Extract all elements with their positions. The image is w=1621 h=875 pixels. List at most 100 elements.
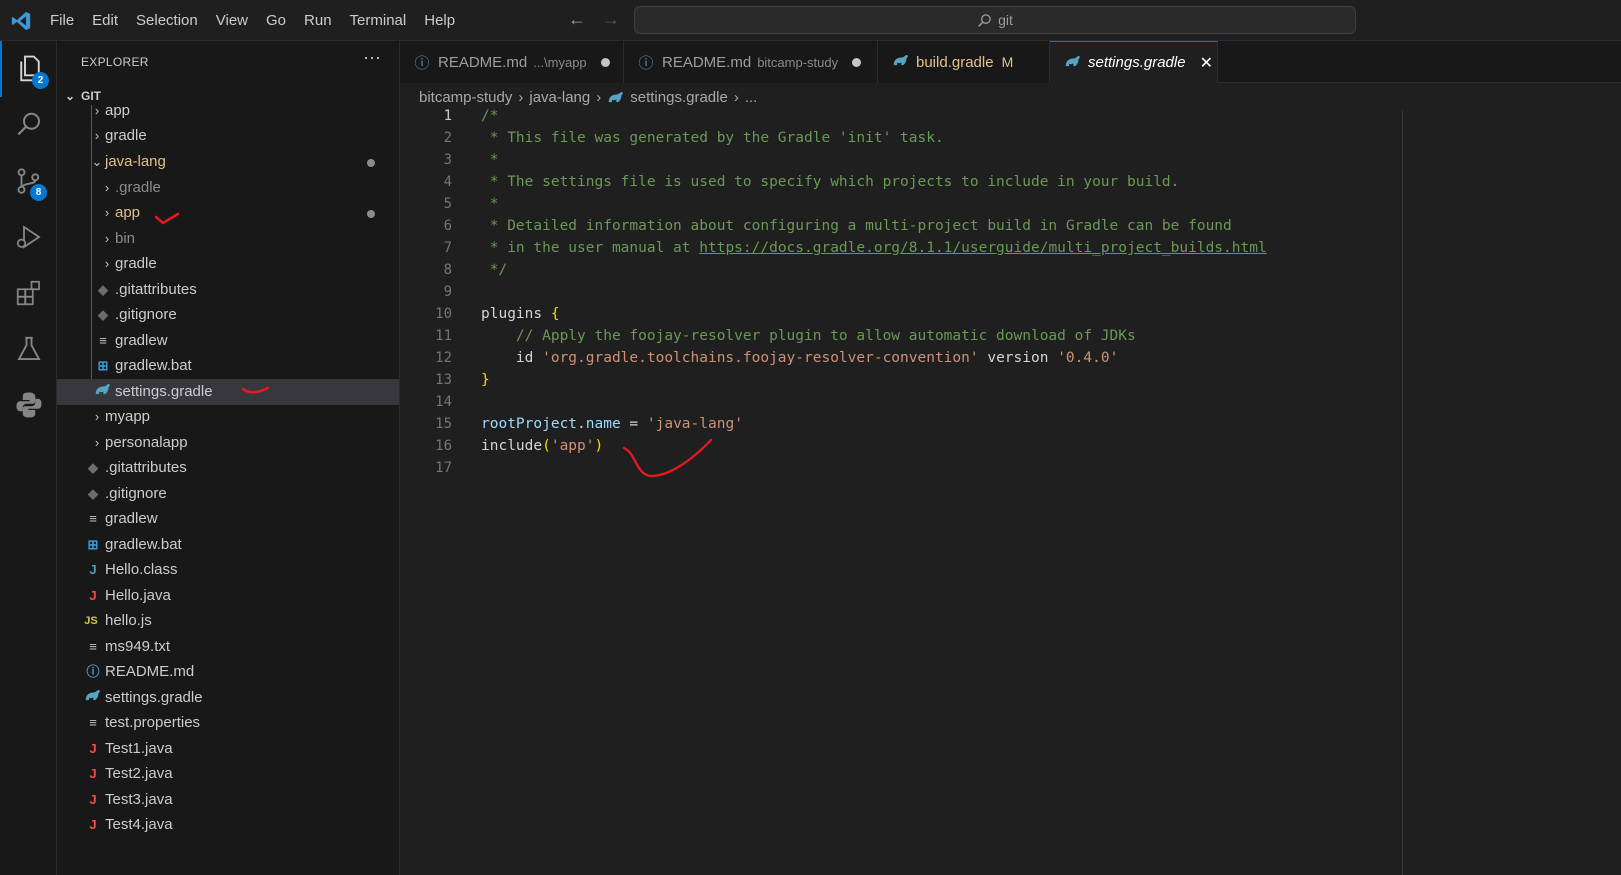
tree-file-gitattributes-nested[interactable]: ◆ .gitattributes [57,277,399,303]
tab-readme-myapp[interactable]: ⓘ README.md ...\myapp [400,41,624,83]
plugins-keyword: plugins [481,306,543,322]
run-debug-activity[interactable] [0,209,57,265]
breadcrumb-separator: › [518,88,524,106]
menu-file[interactable]: File [41,7,83,35]
tree-folder-gradle-nested[interactable]: › gradle [57,251,399,277]
tab-settings-gradle[interactable]: settings.gradle ✕ [1050,41,1218,83]
java-file-icon: J [89,817,97,832]
tree-file-gradlew[interactable]: ≡ gradlew [57,506,399,532]
tree-file-hello-java[interactable]: J Hello.java [57,583,399,609]
forward-arrow-icon[interactable]: → [600,9,622,30]
tree-file-settings-gradle-nested[interactable]: settings.gradle [57,379,399,405]
comment-text: * in the user manual at [481,240,700,256]
line-number: 4 [443,174,452,190]
tree-file-gitattributes[interactable]: ◆ .gitattributes [57,455,399,481]
code-line-16: include('app') [481,435,603,457]
navigation-arrows: ← → [566,9,622,30]
gradle-icon [892,53,908,71]
line-number: 3 [443,152,452,168]
breadcrumb-item[interactable]: ... [745,89,758,106]
extensions-icon [16,280,40,306]
code-line-8: */ [481,262,508,278]
code-editor[interactable]: 1 2 3 4 5 6 7 8 9 10 11 12 13 14 15 16 1… [400,108,1621,875]
tree-folder-myapp[interactable]: › myapp [57,404,399,430]
more-actions-icon[interactable]: ··· [363,47,381,68]
vscode-logo-icon[interactable] [10,10,32,32]
explorer-badge: 2 [32,72,49,89]
menu-view[interactable]: View [207,7,257,35]
python-activity[interactable] [0,377,57,433]
tree-folder-app[interactable]: › app [57,98,399,124]
tab-description: ...\myapp [533,54,587,70]
modified-status: M [1001,54,1014,70]
back-arrow-icon[interactable]: ← [566,9,588,30]
line-number: 7 [443,240,452,256]
tree-folder-gradle[interactable]: › gradle [57,123,399,149]
tree-file-gitignore-nested[interactable]: ◆ .gitignore [57,302,399,328]
menu-terminal[interactable]: Terminal [341,7,416,35]
testing-activity[interactable] [0,321,57,377]
javascript-file-icon: JS [84,615,98,627]
code-line-2: * This file was generated by the Gradle … [481,130,944,146]
tree-folder-java-lang[interactable]: ⌄ java-lang [57,149,399,175]
menu-bar: File Edit Selection View Go Run Terminal… [41,0,464,41]
code-line-15: rootProject.name = 'java-lang' [481,413,743,435]
chevron-right-icon: › [94,435,100,450]
tree-folder-personalapp[interactable]: › personalapp [57,430,399,456]
line-number: 5 [443,196,452,212]
run-debug-icon [16,225,41,249]
tree-file-test1-java[interactable]: J Test1.java [57,736,399,762]
search-activity[interactable] [0,97,57,153]
menu-help[interactable]: Help [415,7,464,35]
tree-file-gradlew-nested[interactable]: ≡ gradlew [57,328,399,354]
tree-file-gitignore[interactable]: ◆ .gitignore [57,481,399,507]
tab-label: settings.gradle [1088,54,1186,71]
line-number: 11 [435,328,452,344]
breadcrumb-item[interactable]: bitcamp-study [419,89,512,106]
chevron-right-icon: › [104,205,110,220]
tab-build-gradle[interactable]: build.gradle M [878,41,1050,83]
tree-file-gradlew-bat[interactable]: ⊞ gradlew.bat [57,532,399,558]
tree-folder-app-nested[interactable]: › app [57,200,399,226]
plugin-id-string: 'org.gradle.toolchains.foojay-resolver-c… [542,350,979,366]
documentation-link[interactable]: https://docs.gradle.org/8.1.1/userguide/… [699,240,1266,256]
tree-file-test3-java[interactable]: J Test3.java [57,787,399,813]
tree-file-hello-class[interactable]: J Hello.class [57,557,399,583]
tree-file-hello-js[interactable]: JS hello.js [57,608,399,634]
explorer-activity[interactable]: 2 [0,41,57,97]
line-number: 16 [435,438,452,454]
chevron-right-icon: › [104,180,110,195]
tree-file-ms949-txt[interactable]: ≡ ms949.txt [57,634,399,660]
menu-go[interactable]: Go [257,7,295,35]
menu-edit[interactable]: Edit [83,7,127,35]
tree-file-test-properties[interactable]: ≡ test.properties [57,710,399,736]
line-number: 10 [435,306,452,322]
chevron-right-icon: › [94,103,100,118]
command-center-search[interactable]: git [634,6,1356,34]
tree-file-test2-java[interactable]: J Test2.java [57,761,399,787]
unsaved-dot-icon[interactable] [600,57,610,67]
source-control-activity[interactable]: 8 [0,153,57,209]
explorer-title: EXPLORER [81,55,149,69]
unsaved-dot-icon[interactable] [852,57,862,67]
breadcrumb-item[interactable]: java-lang [529,89,590,106]
tree-file-gradlew-bat-nested[interactable]: ⊞ gradlew.bat [57,353,399,379]
tab-readme-bitcamp-study[interactable]: ⓘ README.md bitcamp-study [624,41,878,83]
version-keyword: version [978,350,1058,366]
menu-run[interactable]: Run [295,7,341,35]
tree-file-readme[interactable]: ⓘ README.md [57,659,399,685]
extensions-activity[interactable] [0,265,57,321]
breadcrumb-item[interactable]: settings.gradle [630,89,728,106]
line-number: 8 [443,262,452,278]
tree-file-settings-gradle[interactable]: settings.gradle [57,685,399,711]
tree-file-test4-java[interactable]: J Test4.java [57,812,399,838]
tree-folder-dot-gradle[interactable]: › .gradle [57,175,399,201]
java-class-icon: J [89,562,97,577]
tab-label: build.gradle [916,53,994,71]
menu-selection[interactable]: Selection [127,7,207,35]
chevron-right-icon: › [94,409,100,424]
tree-folder-bin[interactable]: › bin [57,226,399,252]
close-icon[interactable]: ✕ [1200,53,1213,73]
explorer-sidebar: EXPLORER ··· ⌄ GIT › app › gradle ⌄ java… [57,41,400,875]
open-brace: { [550,306,560,322]
